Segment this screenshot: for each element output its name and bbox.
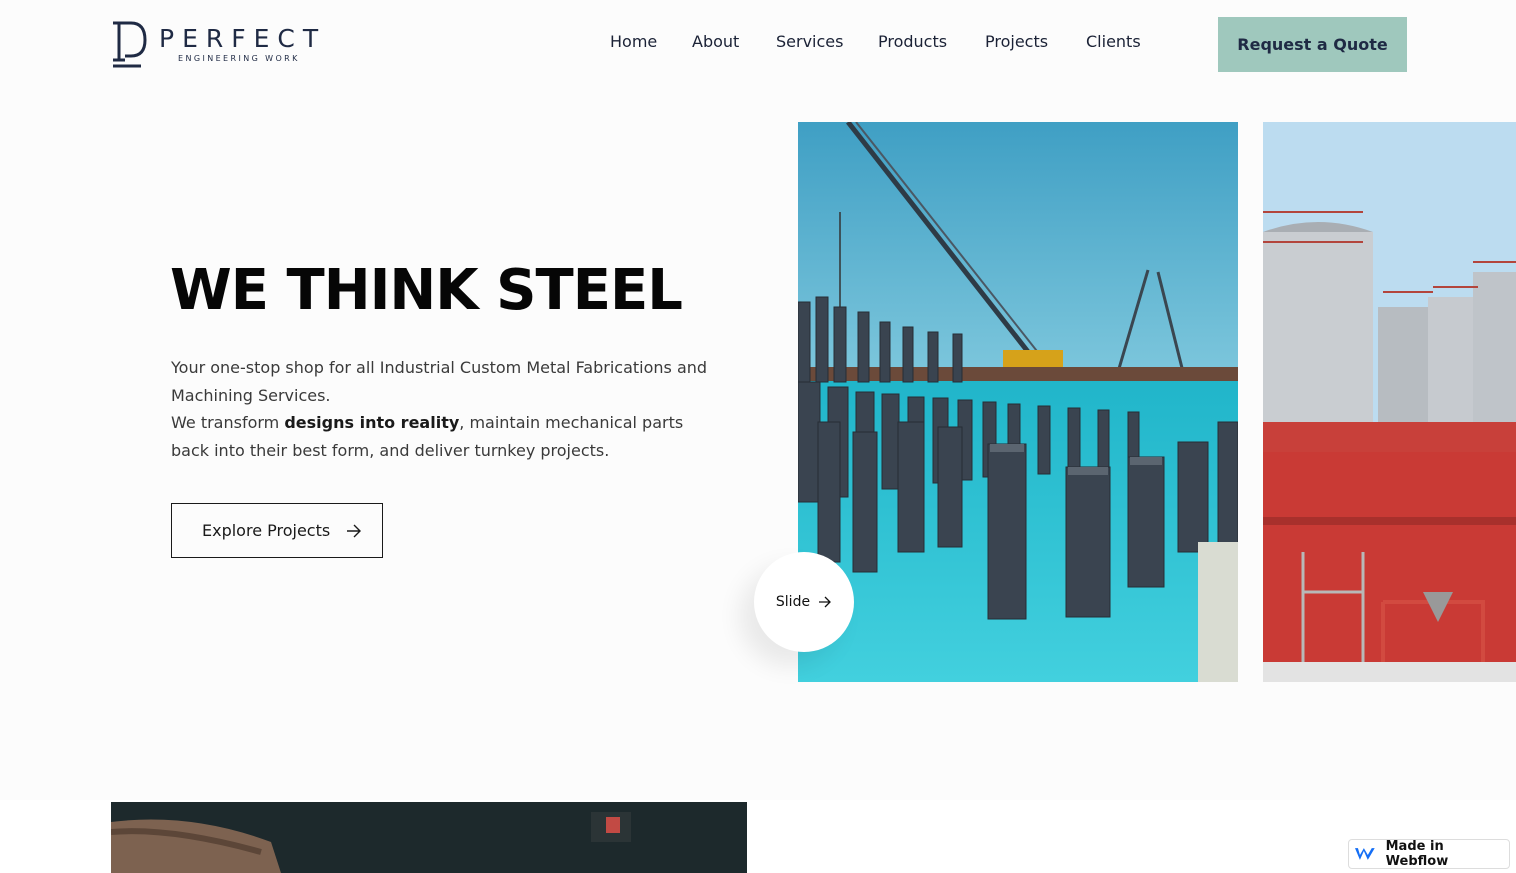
webflow-badge-label: Made in Webflow — [1385, 839, 1449, 869]
nav-projects[interactable]: Projects — [985, 32, 1048, 51]
webflow-icon — [1355, 848, 1375, 860]
nav-products[interactable]: Products — [878, 32, 947, 51]
nav-home[interactable]: Home — [610, 32, 657, 51]
logo-wordmark: PERFECT — [159, 24, 327, 53]
nav-services[interactable]: Services — [776, 32, 843, 51]
slide-button-label: Slide — [775, 594, 811, 610]
explore-projects-button[interactable]: Explore Projects — [171, 503, 383, 558]
explore-projects-label: Explore Projects — [202, 521, 331, 540]
logo-tagline: ENGINEERING WORK — [178, 54, 300, 63]
slide-next-button[interactable]: Slide — [754, 552, 854, 652]
arrow-right-icon — [347, 524, 362, 537]
hero-line-2-bold: designs into reality — [284, 413, 460, 432]
request-quote-button[interactable]: Request a Quote — [1218, 17, 1407, 72]
slide-image-steel-piles — [798, 122, 1238, 682]
hero-title: WE THINK STEEL — [170, 258, 683, 323]
hero-line-1: Your one-stop shop for all Industrial Cu… — [171, 358, 708, 405]
nav-clients[interactable]: Clients — [1086, 32, 1141, 51]
logo-mark-icon — [113, 21, 147, 68]
worker-photo — [111, 802, 747, 873]
made-in-webflow-badge[interactable]: Made in Webflow — [1348, 839, 1510, 869]
nav-about[interactable]: About — [692, 32, 739, 51]
arrow-right-icon — [819, 596, 831, 608]
hero-line-2-pre: We transform — [171, 413, 285, 432]
page: PERFECT ENGINEERING WORK Home About Serv… — [0, 0, 1516, 873]
logo[interactable]: PERFECT ENGINEERING WORK — [111, 20, 323, 70]
hero-description: Your one-stop shop for all Industrial Cu… — [171, 354, 711, 464]
slide-image-storage-tanks — [1263, 122, 1516, 682]
